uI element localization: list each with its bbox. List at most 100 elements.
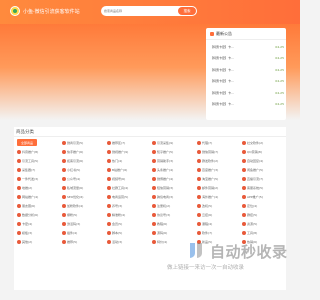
- category-icon: [242, 230, 246, 235]
- category-tag[interactable]: 一件代发(3): [17, 175, 60, 182]
- category-tag[interactable]: 拓客引流(6): [62, 157, 105, 164]
- category-icon: [242, 221, 246, 226]
- category-tag[interactable]: 代理(7): [197, 139, 240, 146]
- category-tag[interactable]: 地推(2): [17, 184, 60, 191]
- category-label: 私域流量(6): [67, 185, 84, 190]
- site-logo-icon[interactable]: [10, 6, 20, 16]
- category-tag[interactable]: 百度推广(3): [197, 166, 240, 173]
- category-tag[interactable]: 引流采集(9): [152, 139, 195, 146]
- category-tag[interactable]: 养号(3): [107, 202, 150, 209]
- category-label: 引流工具(5): [22, 158, 39, 163]
- category-icon: [197, 194, 201, 199]
- category-tag[interactable]: 采集器(7): [17, 166, 60, 173]
- category-tag[interactable]: 插件(4): [62, 229, 105, 236]
- category-tag[interactable]: 引流工具(5): [17, 157, 60, 164]
- category-tag[interactable]: 其他(2): [17, 238, 60, 245]
- category-tag[interactable]: 头条推广(4): [152, 166, 195, 173]
- notice-item[interactable]: 【特惠卡密】卡... 04-25: [210, 76, 284, 88]
- category-tag[interactable]: 课程(4): [197, 220, 240, 227]
- category-tag[interactable]: 社群工具(4): [107, 184, 150, 191]
- category-tag[interactable]: 群控(5): [242, 211, 285, 218]
- category-icon: [242, 158, 246, 163]
- notice-item[interactable]: 【特惠卡密】卡... 04-25: [210, 53, 284, 65]
- category-tag[interactable]: 海外推广(4): [197, 193, 240, 200]
- category-tag[interactable]: 跨境电商(3): [152, 193, 195, 200]
- category-icon: [152, 221, 156, 226]
- category-tag[interactable]: 邮件营销(2): [197, 184, 240, 191]
- category-tag[interactable]: 数据分析(6): [17, 211, 60, 218]
- category-title: 商品分类: [16, 130, 34, 135]
- category-tag[interactable]: 公众号(4): [62, 175, 105, 182]
- category-tag[interactable]: 网站推广(4): [17, 193, 60, 200]
- category-tag[interactable]: 微信营销(7): [197, 148, 240, 155]
- category-tag[interactable]: 精准粉(4): [107, 211, 150, 218]
- category-tag[interactable]: QQ营销(8): [242, 148, 285, 155]
- category-tag[interactable]: 营销助手(3): [152, 157, 195, 164]
- category-tag[interactable]: 小红书(5): [62, 166, 105, 173]
- search-button[interactable]: 搜索: [178, 7, 196, 15]
- notice-item[interactable]: 【特惠卡密】卡... 04-25: [210, 99, 284, 111]
- category-tag[interactable]: 定位(4): [242, 202, 285, 209]
- category-tag[interactable]: 推荐(5): [62, 238, 105, 245]
- category-tag[interactable]: 激活码(3): [62, 220, 105, 227]
- category-tag[interactable]: 社交软件(2): [242, 139, 285, 146]
- category-tag[interactable]: 脚本(5): [107, 229, 150, 236]
- notice-item[interactable]: 【特惠卡密】卡... 04-25: [210, 41, 284, 53]
- category-tag[interactable]: 爆粉(5): [62, 211, 105, 218]
- category-tag[interactable]: 卡密(4): [17, 220, 60, 227]
- category-tag[interactable]: 改机(5): [197, 202, 240, 209]
- category-tag[interactable]: 活动(3): [107, 238, 150, 245]
- category-tag[interactable]: APP推广(5): [242, 193, 285, 200]
- category-tag[interactable]: 教程(6): [152, 220, 195, 227]
- category-tag[interactable]: SEO优化(6): [62, 193, 105, 200]
- category-tag[interactable]: 注册机(2): [152, 202, 195, 209]
- category-icon: [62, 158, 66, 163]
- category-tag[interactable]: 客服系统(5): [242, 184, 285, 191]
- category-tag[interactable]: 抖音推广(8): [17, 148, 60, 155]
- category-tag[interactable]: 会员(5): [107, 220, 150, 227]
- search-input[interactable]: [104, 6, 174, 16]
- watermark-title: 自动秒收录: [210, 243, 288, 261]
- category-tag[interactable]: 自动回复(4): [242, 157, 285, 164]
- category-label: 源码(6): [157, 230, 168, 235]
- category-label: 资源(5): [247, 221, 258, 226]
- category-tag[interactable]: 微视推广(9): [107, 148, 150, 155]
- category-tag[interactable]: 软件(7): [197, 229, 240, 236]
- category-tag[interactable]: 淘宝推广(5): [197, 175, 240, 182]
- category-tag[interactable]: 工具(8): [242, 229, 285, 236]
- category-tag[interactable]: 推荐区(7): [107, 139, 150, 146]
- category-tag[interactable]: 朋友圈(6): [17, 202, 60, 209]
- category-label: 脚本(5): [112, 230, 123, 235]
- notice-item[interactable]: 【特惠卡密】卡... 04-25: [210, 64, 284, 76]
- category-tag[interactable]: 短信营销(3): [152, 184, 195, 191]
- category-tag[interactable]: 群发软件(2): [197, 157, 240, 164]
- category-tag[interactable]: 视频号(6): [107, 175, 150, 182]
- category-label: 工具(8): [247, 230, 258, 235]
- category-tag[interactable]: 直播引流(7): [242, 175, 285, 182]
- category-icon: [17, 149, 21, 154]
- notice-list: 【特惠卡密】卡... 04-25 【特惠卡密】卡... 04-25 【特惠卡密】卡.…: [210, 41, 284, 110]
- category-tag[interactable]: 模板(3): [17, 229, 60, 236]
- category-label: 精准粉(4): [112, 212, 126, 217]
- category-tag[interactable]: 快手推广(6): [62, 148, 105, 155]
- category-tag[interactable]: 电商运营(5): [107, 193, 150, 200]
- category-tag[interactable]: 微博推广(4): [152, 175, 195, 182]
- category-tag[interactable]: 协议号(3): [152, 211, 195, 218]
- category-tag[interactable]: 微商引流(5): [62, 139, 105, 146]
- site-name[interactable]: 小鱼·微信引流获客软件站: [23, 8, 80, 15]
- category-icon: [62, 185, 66, 190]
- category-tag[interactable]: 加粉软件(4): [62, 202, 105, 209]
- category-tag[interactable]: 闲鱼推广(5): [242, 166, 285, 173]
- category-label: 知乎推广(5): [157, 149, 174, 154]
- category-icon: [197, 185, 201, 190]
- category-tag-all[interactable]: 全部商品: [17, 139, 37, 146]
- notice-item[interactable]: 【特惠卡密】卡... 04-25: [210, 87, 284, 99]
- category-tag[interactable]: 资源(5): [242, 220, 285, 227]
- category-tag[interactable]: 源码(6): [152, 229, 195, 236]
- category-tag[interactable]: 知乎推广(5): [152, 148, 195, 155]
- category-tag[interactable]: 私域流量(6): [62, 184, 105, 191]
- category-tag[interactable]: B站推广(6): [107, 166, 150, 173]
- category-tag[interactable]: 热门(4): [107, 157, 150, 164]
- category-icon: [62, 167, 66, 172]
- category-tag[interactable]: 云控(6): [197, 211, 240, 218]
